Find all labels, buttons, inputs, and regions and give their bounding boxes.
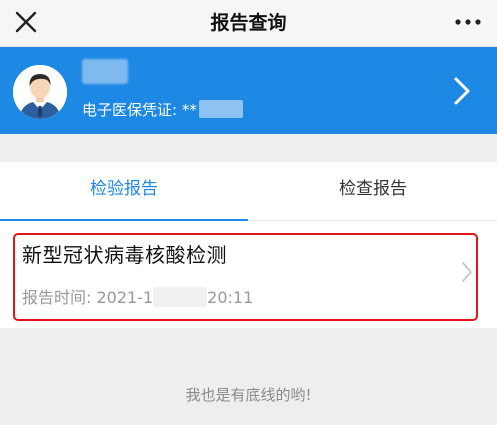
end-of-list-text: 我也是有底线的哟! — [185, 386, 312, 404]
tab-exam-report[interactable]: 检查报告 — [249, 162, 497, 220]
report-time: 报告时间: 2021-1 20:11 — [22, 284, 253, 308]
report-time-prefix: 报告时间: 2021-1 — [22, 288, 154, 307]
credential-label: 电子医保凭证: ** — [82, 101, 197, 119]
report-title: 新型冠状病毒核酸检测 — [22, 243, 227, 267]
report-date-redacted — [153, 287, 208, 307]
report-tabs: 检验报告 检查报告 — [0, 162, 497, 221]
chevron-right-icon[interactable] — [453, 76, 471, 106]
report-list-item[interactable]: 新型冠状病毒核酸检测 报告时间: 2021-1 20:11 — [0, 221, 497, 328]
chevron-right-icon[interactable] — [461, 261, 473, 283]
section-spacer — [0, 134, 497, 162]
navigation-bar: 报告查询 — [0, 0, 497, 47]
credential-number-redacted — [198, 100, 243, 118]
medical-insurance-credential: 电子医保凭证: ** — [82, 99, 243, 120]
page-title: 报告查询 — [210, 12, 287, 34]
report-time-suffix: 20:11 — [207, 288, 254, 307]
avatar-icon — [13, 65, 67, 119]
tab-lab-report[interactable]: 检验报告 — [0, 162, 248, 221]
list-footer: 我也是有底线的哟! — [0, 328, 497, 425]
user-card[interactable]: 电子医保凭证: ** — [0, 47, 497, 134]
more-icon[interactable] — [453, 10, 483, 34]
user-name-redacted — [82, 59, 128, 84]
